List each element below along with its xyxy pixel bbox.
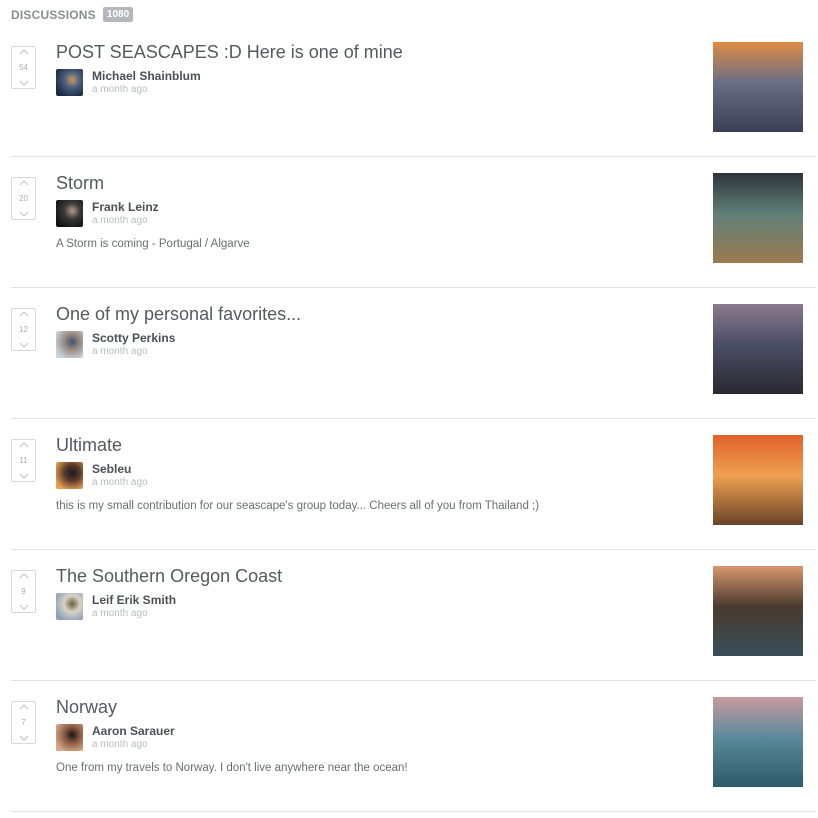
discussions-header: DISCUSSIONS 1080 [11,7,134,22]
avatar[interactable] [56,69,83,96]
vote-box: 54 [11,46,36,89]
author-name[interactable]: Frank Leinz [92,200,159,214]
discussion-item: 7 Norway Aaron Sarauer a month ago One f… [11,681,816,812]
discussion-thumbnail[interactable] [713,42,803,132]
vote-count: 20 [19,194,28,203]
chevron-down-icon[interactable] [19,604,29,610]
vote-box: 20 [11,177,36,220]
discussion-count-badge: 1080 [102,7,134,22]
discussion-list: 54 POST SEASCAPES :D Here is one of mine… [11,26,816,812]
discussion-item: 20 Storm Frank Leinz a month ago A Storm… [11,157,816,288]
avatar[interactable] [56,331,83,358]
timestamp: a month ago [92,608,148,619]
avatar[interactable] [56,724,83,751]
timestamp: a month ago [92,477,148,488]
author-name[interactable]: Sebleu [92,462,131,476]
discussion-item: 9 The Southern Oregon Coast Leif Erik Sm… [11,550,816,681]
chevron-down-icon[interactable] [19,473,29,479]
discussion-title[interactable]: Ultimate [56,435,122,456]
author-name[interactable]: Leif Erik Smith [92,593,176,607]
chevron-up-icon[interactable] [19,442,29,448]
vote-count: 54 [19,63,28,72]
vote-count: 7 [21,718,26,727]
discussion-item: 11 Ultimate Sebleu a month ago this is m… [11,419,816,550]
discussion-thumbnail[interactable] [713,304,803,394]
vote-box: 11 [11,439,36,482]
author-name[interactable]: Michael Shainblum [92,69,201,83]
chevron-up-icon[interactable] [19,704,29,710]
author-name[interactable]: Aaron Sarauer [92,724,175,738]
chevron-up-icon[interactable] [19,49,29,55]
discussion-description: One from my travels to Norway. I don't l… [56,762,408,774]
chevron-up-icon[interactable] [19,573,29,579]
avatar[interactable] [56,593,83,620]
chevron-up-icon[interactable] [19,180,29,186]
vote-count: 12 [19,325,28,334]
chevron-down-icon[interactable] [19,735,29,741]
discussion-thumbnail[interactable] [713,566,803,656]
discussion-description: A Storm is coming - Portugal / Algarve [56,238,250,250]
timestamp: a month ago [92,346,148,357]
chevron-down-icon[interactable] [19,342,29,348]
discussion-thumbnail[interactable] [713,435,803,525]
discussion-description: this is my small contribution for our se… [56,500,540,512]
timestamp: a month ago [92,84,148,95]
vote-count: 9 [21,587,26,596]
discussion-item: 12 One of my personal favorites... Scott… [11,288,816,419]
discussion-title[interactable]: One of my personal favorites... [56,304,301,325]
timestamp: a month ago [92,739,148,750]
chevron-down-icon[interactable] [19,80,29,86]
discussion-title[interactable]: POST SEASCAPES :D Here is one of mine [56,42,403,63]
author-name[interactable]: Scotty Perkins [92,331,175,345]
discussion-thumbnail[interactable] [713,173,803,263]
avatar[interactable] [56,462,83,489]
vote-box: 9 [11,570,36,613]
discussion-title[interactable]: Storm [56,173,104,194]
chevron-up-icon[interactable] [19,311,29,317]
vote-count: 11 [19,456,28,465]
discussion-title[interactable]: The Southern Oregon Coast [56,566,282,587]
discussion-title[interactable]: Norway [56,697,117,718]
vote-box: 12 [11,308,36,351]
vote-box: 7 [11,701,36,744]
avatar[interactable] [56,200,83,227]
timestamp: a month ago [92,215,148,226]
discussion-thumbnail[interactable] [713,697,803,787]
discussion-item: 54 POST SEASCAPES :D Here is one of mine… [11,26,816,157]
section-title: DISCUSSIONS [11,7,96,22]
chevron-down-icon[interactable] [19,211,29,217]
